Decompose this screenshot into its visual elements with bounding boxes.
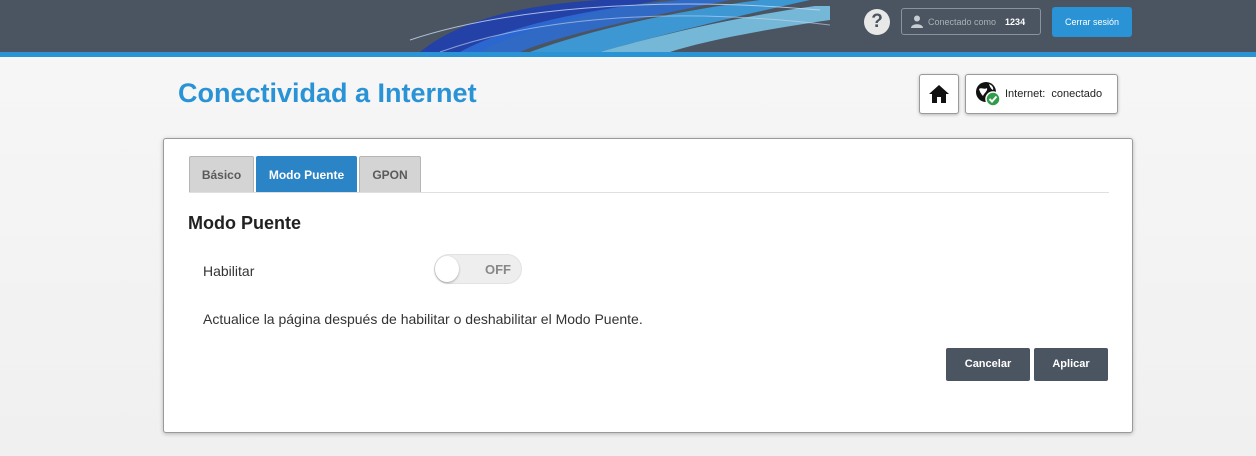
bridge-mode-panel: Básico Modo Puente GPON Modo Puente Habi… [163,138,1133,433]
enable-label: Habilitar [203,263,255,279]
help-button[interactable]: ? [864,9,890,35]
tab-gpon[interactable]: GPON [359,156,421,192]
internet-status-label: Internet: [1005,88,1046,100]
home-button[interactable] [919,74,959,114]
user-icon [911,15,923,28]
header-banner-art [409,0,830,52]
internet-status-value: conectado [1051,88,1103,100]
apply-button[interactable]: Aplicar [1034,348,1108,381]
toggle-knob [435,256,459,282]
toggle-state-text: OFF [485,262,511,277]
connected-as-label: Conectado como [928,16,997,27]
top-header: ? Conectado como 1234 Cerrar sesión [0,0,1256,52]
section-title: Modo Puente [188,213,301,233]
bridge-mode-toggle[interactable]: OFF [434,254,522,284]
user-session-box: Conectado como 1234 [901,8,1041,35]
username: 1234 [1005,16,1026,27]
info-text: Actualice la página después de habilitar… [203,311,643,327]
internet-status-button[interactable]: Internet: conectado [965,74,1118,114]
page-title: Conectividad a Internet [178,78,477,108]
globe-check-icon [976,82,1001,107]
cancel-button[interactable]: Cancelar [946,348,1030,381]
logout-button[interactable]: Cerrar sesión [1052,7,1132,37]
header-accent-stripe [0,52,1256,57]
home-icon [929,85,949,103]
tab-bar: Básico Modo Puente GPON [189,155,1109,193]
tab-basico[interactable]: Básico [189,156,254,192]
tab-modo-puente[interactable]: Modo Puente [256,156,357,192]
